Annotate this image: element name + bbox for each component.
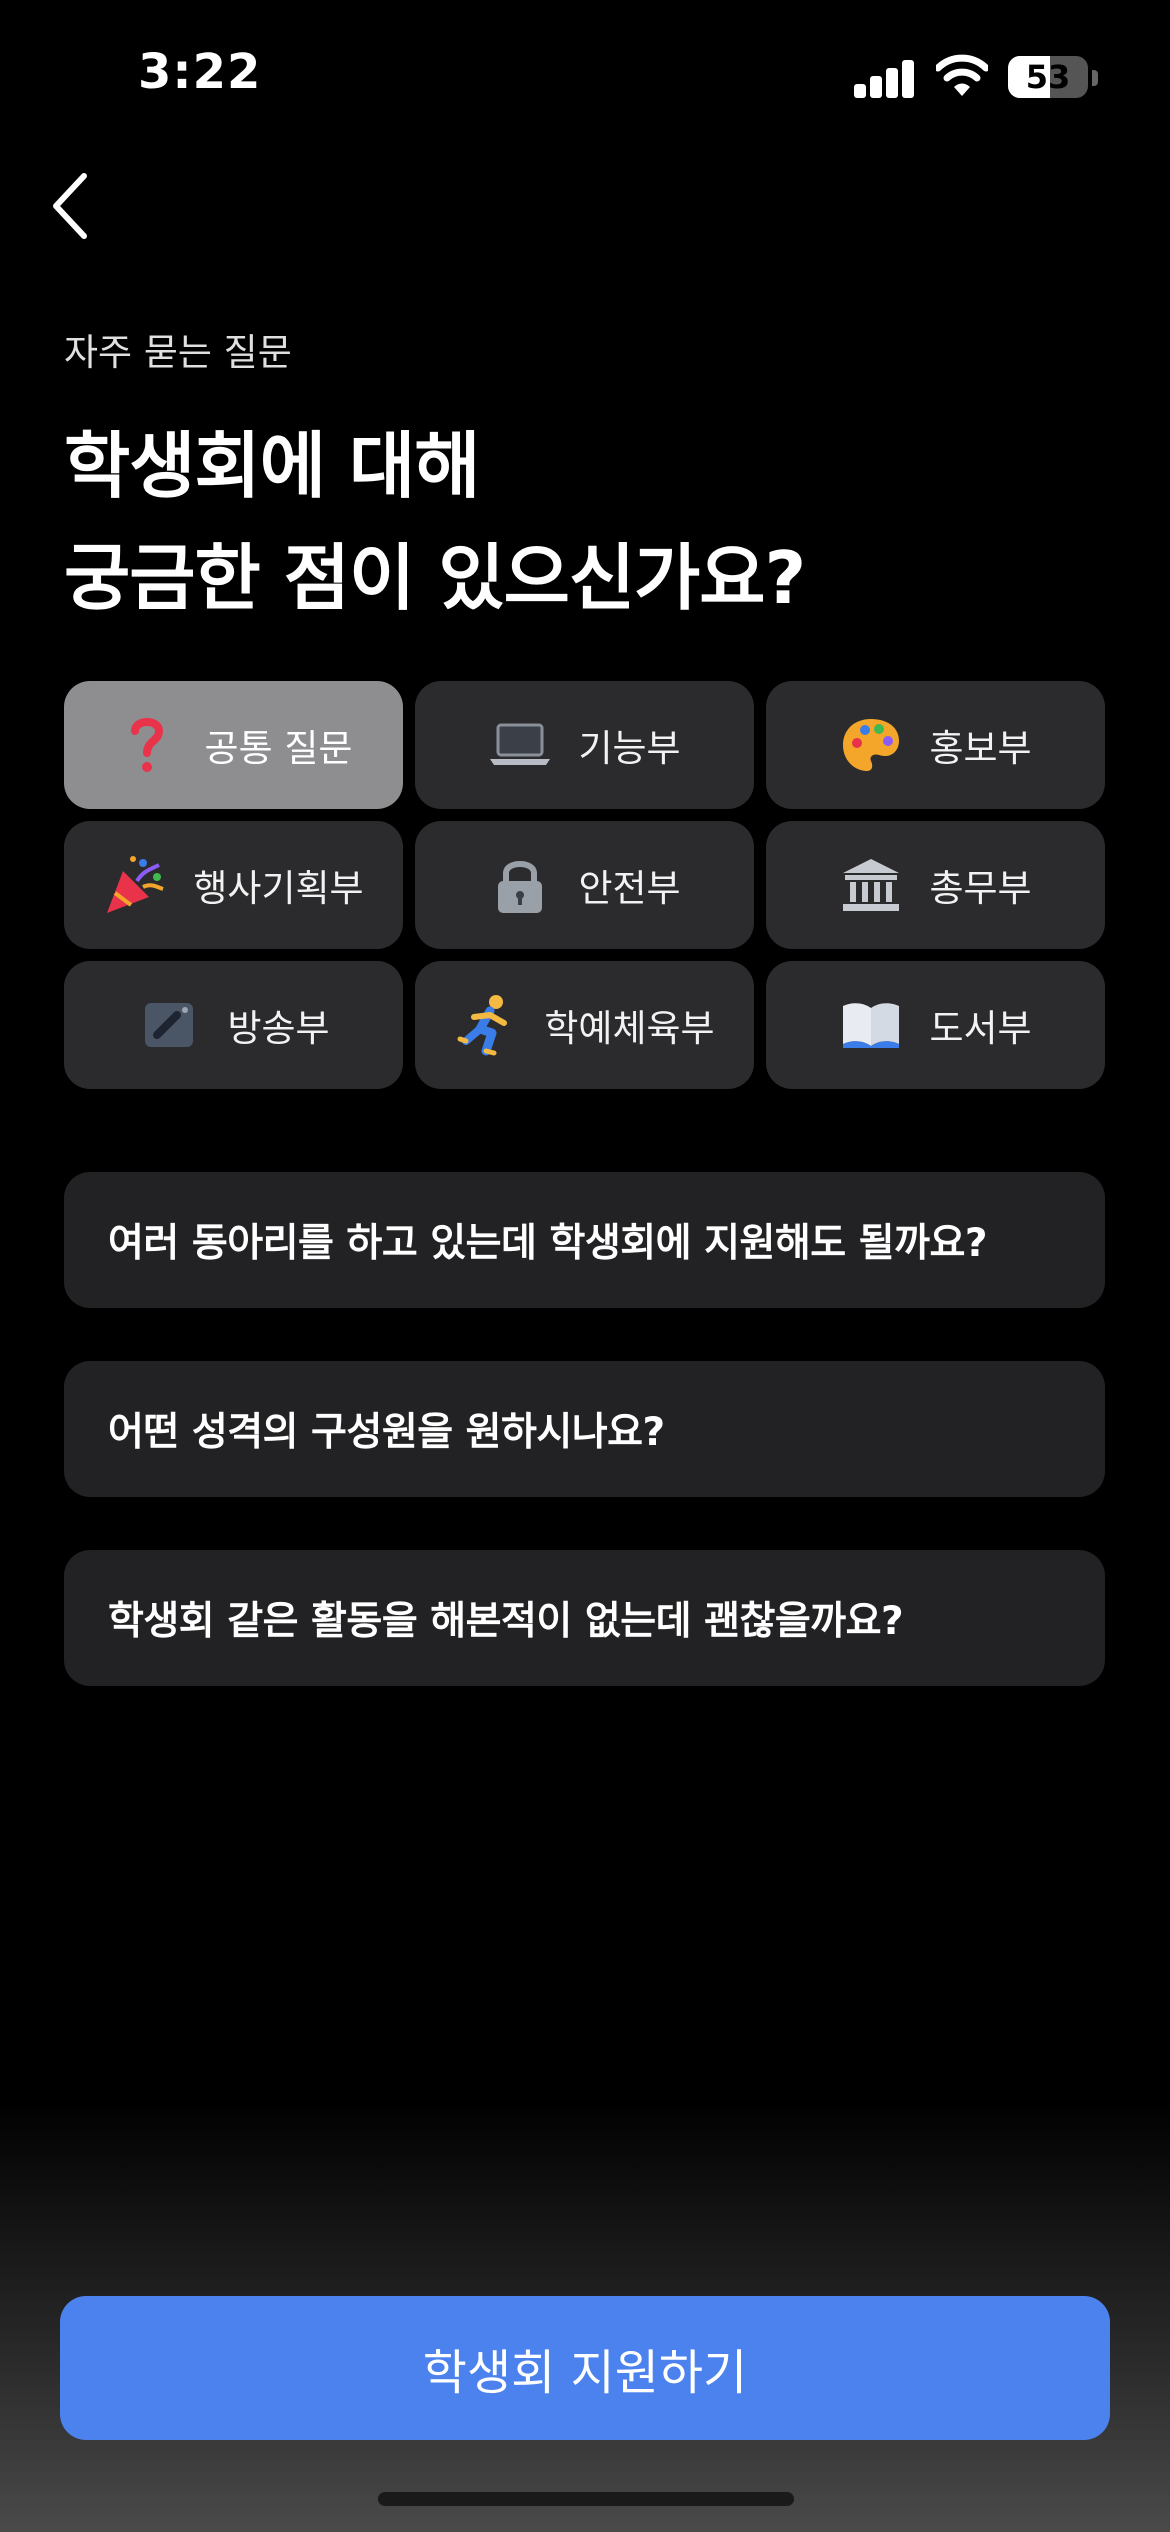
category-label: 도서부 (929, 1007, 1032, 1050)
home-indicator (378, 2492, 794, 2506)
category-event[interactable]: 행사기획부 (64, 821, 403, 949)
status-bar: 3:22 53 (0, 0, 1170, 150)
category-broadcast[interactable]: 방송부 (64, 961, 403, 1089)
page-title: 학생회에 대해 궁금한 점이 있으신가요? (64, 410, 806, 634)
category-label: 방송부 (227, 1007, 330, 1050)
battery-icon: 53 (1008, 56, 1088, 98)
category-label: 공통 질문 (204, 727, 353, 770)
category-label: 총무부 (929, 867, 1032, 910)
chevron-left-icon (53, 173, 87, 239)
category-common[interactable]: 공통 질문 (64, 681, 403, 809)
apply-button[interactable]: 학생회 지원하기 (60, 2296, 1110, 2440)
cellular-signal-icon (854, 58, 916, 98)
category-safety[interactable]: 안전부 (415, 821, 754, 949)
category-general-affairs[interactable]: 총무부 (766, 821, 1105, 949)
bank-icon (839, 853, 903, 917)
category-label: 학예체육부 (544, 1007, 715, 1050)
palette-icon (839, 713, 903, 777)
faq-item[interactable]: 어떤 성격의 구성원을 원하시나요? (64, 1361, 1105, 1497)
faq-question: 학생회 같은 활동을 해본적이 없는데 괜찮을까요? (108, 1599, 904, 1644)
status-time: 3:22 (138, 44, 262, 100)
category-pr[interactable]: 홍보부 (766, 681, 1105, 809)
battery-cap (1092, 70, 1098, 86)
category-label: 홍보부 (929, 727, 1032, 770)
question-mark-icon (115, 713, 179, 777)
title-line-2: 궁금한 점이 있으신가요? (64, 536, 806, 620)
book-icon (839, 993, 903, 1057)
faq-question: 여러 동아리를 하고 있는데 학생회에 지원해도 될까요? (108, 1221, 987, 1266)
faq-item[interactable]: 여러 동아리를 하고 있는데 학생회에 지원해도 될까요? (64, 1172, 1105, 1308)
title-line-1: 학생회에 대해 (64, 424, 481, 508)
category-label: 안전부 (578, 867, 681, 910)
category-grid: 공통 질문 기능부 홍보부 행사기획부 안전부 총무부 방송부 학예체육부 도서… (64, 681, 1105, 1089)
runner-icon (454, 993, 518, 1057)
page-subtitle: 자주 묻는 질문 (64, 331, 292, 374)
party-popper-icon (103, 853, 167, 917)
wifi-icon (934, 54, 990, 98)
battery-level: 53 (1025, 58, 1071, 96)
faq-question: 어떤 성격의 구성원을 원하시나요? (108, 1410, 665, 1455)
lock-icon (488, 853, 552, 917)
category-library[interactable]: 도서부 (766, 961, 1105, 1089)
back-button[interactable] (30, 166, 110, 246)
category-label: 기능부 (578, 727, 681, 770)
category-function[interactable]: 기능부 (415, 681, 754, 809)
category-label: 행사기획부 (193, 867, 364, 910)
faq-item[interactable]: 학생회 같은 활동을 해본적이 없는데 괜찮을까요? (64, 1550, 1105, 1686)
category-arts-sports[interactable]: 학예체육부 (415, 961, 754, 1089)
broadcast-icon (137, 993, 201, 1057)
laptop-icon (488, 713, 552, 777)
